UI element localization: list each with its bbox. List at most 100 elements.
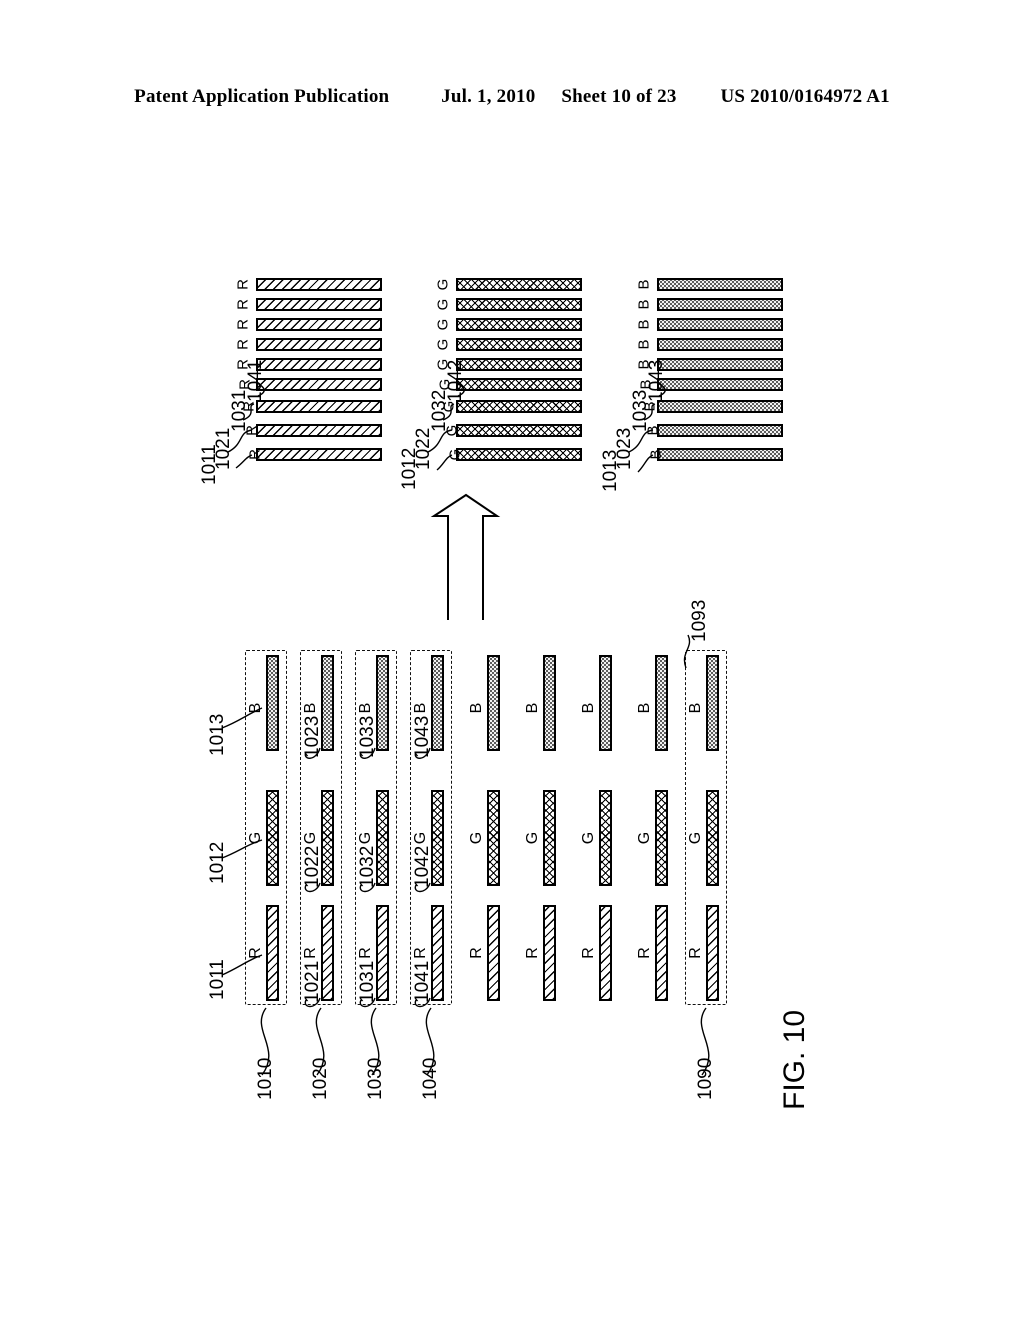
top-bar-red-7: [256, 318, 382, 331]
top-bar-green-5: [456, 358, 582, 371]
top-letter-green-9: G: [434, 278, 452, 291]
patent-figure-10: R R R R R R R R R G G G G G G G G G B B …: [0, 0, 1024, 1320]
subpixel-letter-g-c7: G: [636, 831, 653, 845]
subpixel-bar-b-c6: [599, 655, 612, 751]
top-bar-green-1: [456, 448, 582, 461]
top-bar-blue-4: [657, 378, 783, 391]
subpixel-bar-r-c4: [487, 905, 500, 1001]
top-bar-blue-5: [657, 358, 783, 371]
top-bar-blue-1: [657, 448, 783, 461]
subpixel-letter-g-c8: G: [687, 831, 704, 845]
top-bar-red-9: [256, 278, 382, 291]
subpixel-bar-b-c8: [706, 655, 719, 751]
top-bar-blue-2: [657, 424, 783, 437]
ref-bottom-1093: 1093: [689, 599, 710, 642]
top-letter-blue-1: B: [647, 449, 665, 460]
up-arrow-icon: [430, 493, 501, 620]
top-bar-blue-9: [657, 278, 783, 291]
top-bar-blue-7: [657, 318, 783, 331]
top-bar-green-9: [456, 278, 582, 291]
subpixel-letter-b-c6: B: [580, 702, 597, 714]
top-letter-blue-6: B: [635, 339, 653, 350]
ref-bottom-1013: 1013: [207, 713, 228, 756]
top-bar-red-5: [256, 358, 382, 371]
top-bar-red-4: [256, 378, 382, 391]
top-letter-red-7: R: [234, 319, 252, 330]
subpixel-letter-b-c8: B: [687, 702, 704, 714]
top-bar-green-7: [456, 318, 582, 331]
ref-bottom-1032: 1032: [357, 845, 378, 888]
top-letter-green-6: G: [434, 338, 452, 351]
subpixel-bar-r-c6: [599, 905, 612, 1001]
top-letter-blue-9: B: [635, 279, 653, 290]
top-bar-blue-6: [657, 338, 783, 351]
ref-bottom-1022: 1022: [302, 845, 323, 888]
subpixel-bar-r-c8: [706, 905, 719, 1001]
top-bar-green-8: [456, 298, 582, 311]
leader-lines-overlay: [221, 381, 710, 1076]
subpixel-letter-g-c0: G: [247, 831, 264, 845]
top-letter-green-8: G: [434, 298, 452, 311]
top-bar-blue-3: [657, 400, 783, 413]
top-letter-green-7: G: [434, 318, 452, 331]
top-bar-red-6: [256, 338, 382, 351]
subpixel-bar-b-c7: [655, 655, 668, 751]
ref-bottom-1023: 1023: [302, 715, 323, 758]
ref-bottom-1033: 1033: [357, 715, 378, 758]
top-bar-green-2: [456, 424, 582, 437]
top-bar-red-1: [256, 448, 382, 461]
ref-bottom-1042: 1042: [412, 845, 433, 888]
ref-bottom-1041: 1041: [412, 960, 433, 1003]
subpixel-bar-g-c4: [487, 790, 500, 886]
subpixel-letter-r-c6: R: [580, 947, 597, 959]
ref-bottom-1021: 1021: [302, 960, 323, 1003]
ref-pixel-1010: 1010: [255, 1057, 276, 1100]
top-letter-red-6: R: [234, 339, 252, 350]
ref-top-blue-1043: 1043: [646, 359, 667, 402]
top-letter-red-9: R: [234, 279, 252, 290]
subpixel-bar-b-c4: [487, 655, 500, 751]
subpixel-letter-r-c0: R: [247, 947, 264, 959]
top-letter-blue-8: B: [635, 299, 653, 310]
subpixel-letter-g-c5: G: [524, 831, 541, 845]
figure-label: FIG. 10: [778, 1009, 811, 1110]
ref-pixel-1090: 1090: [695, 1057, 716, 1100]
subpixel-bar-b-c5: [543, 655, 556, 751]
subpixel-bar-g-c5: [543, 790, 556, 886]
top-bar-green-4: [456, 378, 582, 391]
ref-pixel-1020: 1020: [310, 1057, 331, 1100]
subpixel-letter-r-c8: R: [687, 947, 704, 959]
subpixel-bar-r-c5: [543, 905, 556, 1001]
subpixel-letter-b-c0: B: [247, 702, 264, 714]
subpixel-bar-r-c0: [266, 905, 279, 1001]
ref-top-green-1022: 1022: [413, 427, 434, 470]
top-bar-red-8: [256, 298, 382, 311]
ref-pixel-1040: 1040: [420, 1057, 441, 1100]
ref-bottom-1031: 1031: [357, 960, 378, 1003]
subpixel-letter-g-c6: G: [580, 831, 597, 845]
top-bar-green-6: [456, 338, 582, 351]
subpixel-letter-b-c7: B: [636, 702, 653, 714]
subpixel-letter-r-c5: R: [524, 947, 541, 959]
subpixel-letter-r-c4: R: [468, 947, 485, 959]
top-letter-red-1: R: [246, 449, 264, 460]
ref-bottom-1043: 1043: [412, 715, 433, 758]
ref-top-green-1042: 1042: [445, 359, 466, 402]
subpixel-bar-g-c6: [599, 790, 612, 886]
subpixel-bar-g-c7: [655, 790, 668, 886]
ref-pixel-1030: 1030: [365, 1057, 386, 1100]
subpixel-bar-g-c8: [706, 790, 719, 886]
subpixel-bar-g-c0: [266, 790, 279, 886]
subpixel-bar-b-c0: [266, 655, 279, 751]
ref-bottom-1012: 1012: [207, 841, 228, 884]
ref-top-blue-1023: 1023: [614, 427, 635, 470]
subpixel-letter-g-c4: G: [468, 831, 485, 845]
top-bar-red-2: [256, 424, 382, 437]
ref-bottom-1011: 1011: [207, 959, 228, 1000]
subpixel-bar-r-c7: [655, 905, 668, 1001]
top-letter-green-1: G: [446, 448, 464, 461]
top-bar-green-3: [456, 400, 582, 413]
ref-top-red-1041: 1041: [245, 359, 266, 402]
top-bar-red-3: [256, 400, 382, 413]
top-letter-blue-7: B: [635, 319, 653, 330]
